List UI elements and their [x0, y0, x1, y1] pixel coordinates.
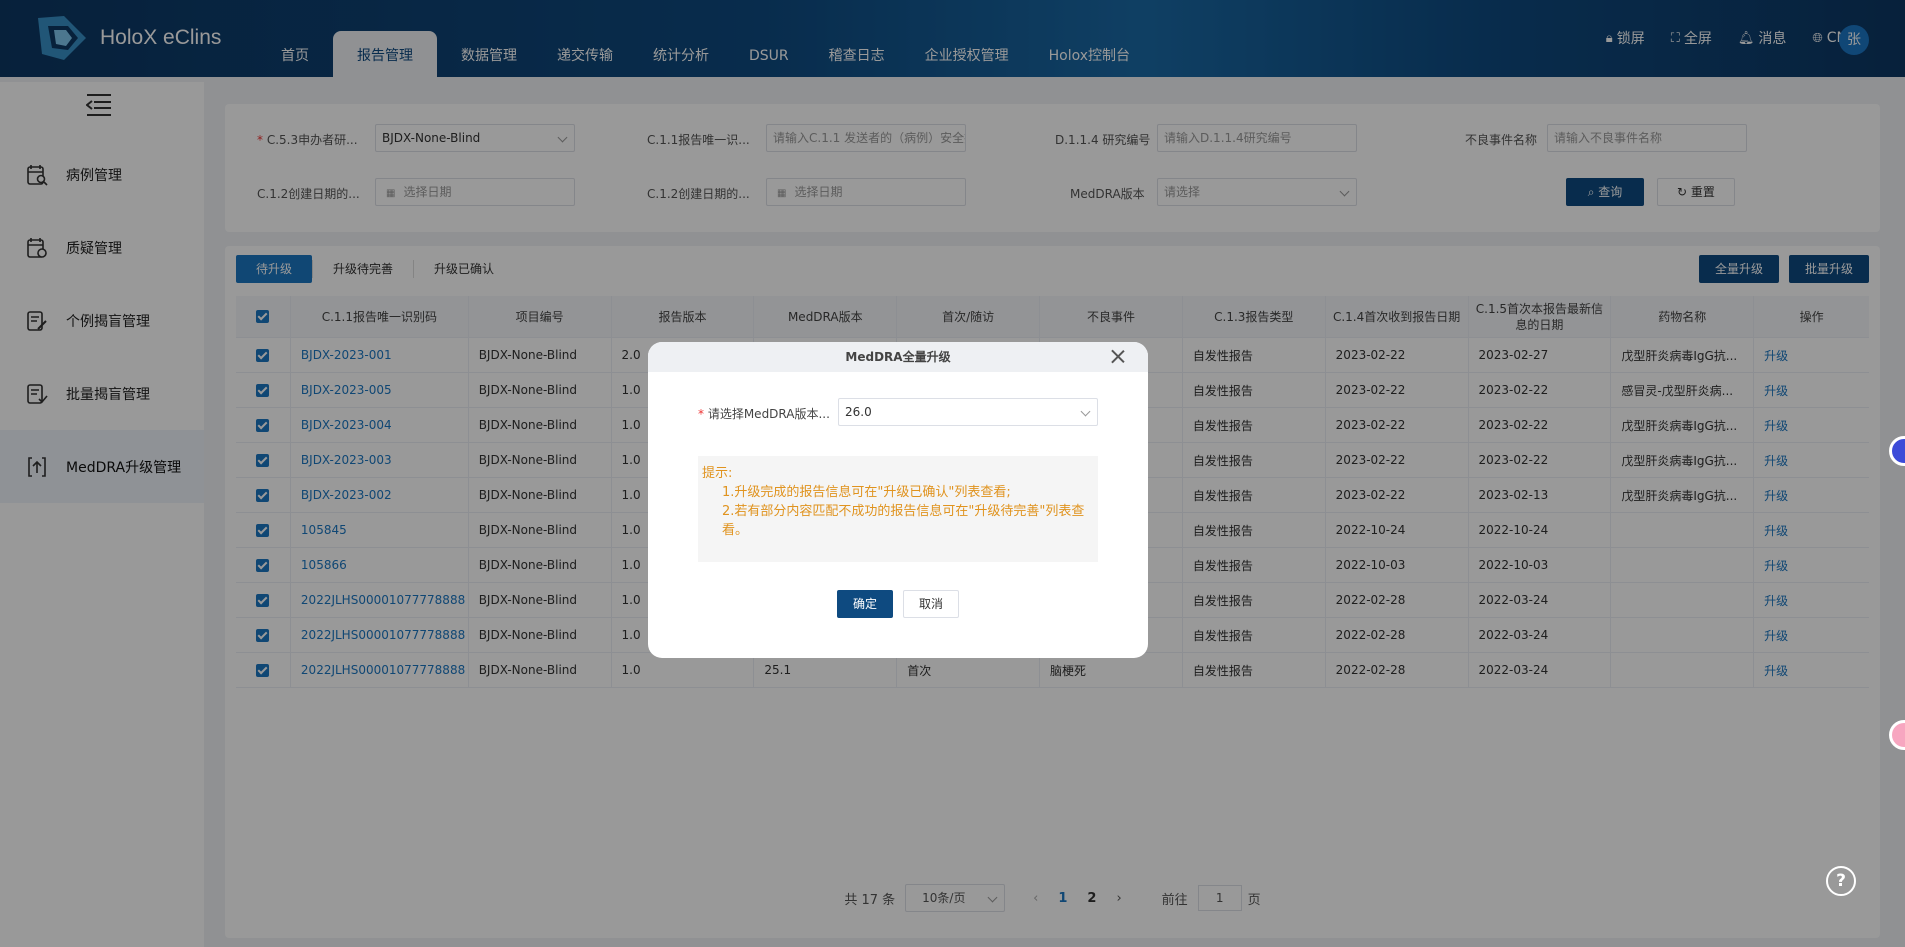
dialog-header: MedDRA全量升级: [648, 342, 1148, 372]
cancel-button[interactable]: 取消: [903, 590, 959, 618]
dialog-title: MedDRA全量升级: [845, 350, 951, 364]
meddra-version-label: * 请选择MedDRA版本...: [698, 407, 830, 421]
meddra-version-select[interactable]: 26.0: [838, 398, 1098, 426]
help-icon[interactable]: ?: [1826, 866, 1856, 896]
confirm-button[interactable]: 确定: [837, 590, 893, 618]
tip-box: 提示: 1.升级完成的报告信息可在"升级已确认"列表查看; 2.若有部分内容匹配…: [698, 456, 1098, 562]
chevron-down-icon: [1080, 406, 1091, 417]
tip-title: 提示:: [702, 466, 733, 481]
close-icon[interactable]: [1108, 346, 1128, 366]
meddra-upgrade-dialog: MedDRA全量升级 * 请选择MedDRA版本... 26.0 提示: 1.升…: [648, 342, 1148, 658]
tip-line-1: 1.升级完成的报告信息可在"升级已确认"列表查看;: [722, 485, 1011, 500]
tip-line-2: 2.若有部分内容匹配不成功的报告信息可在"升级待完善"列表查看。: [722, 504, 1085, 538]
